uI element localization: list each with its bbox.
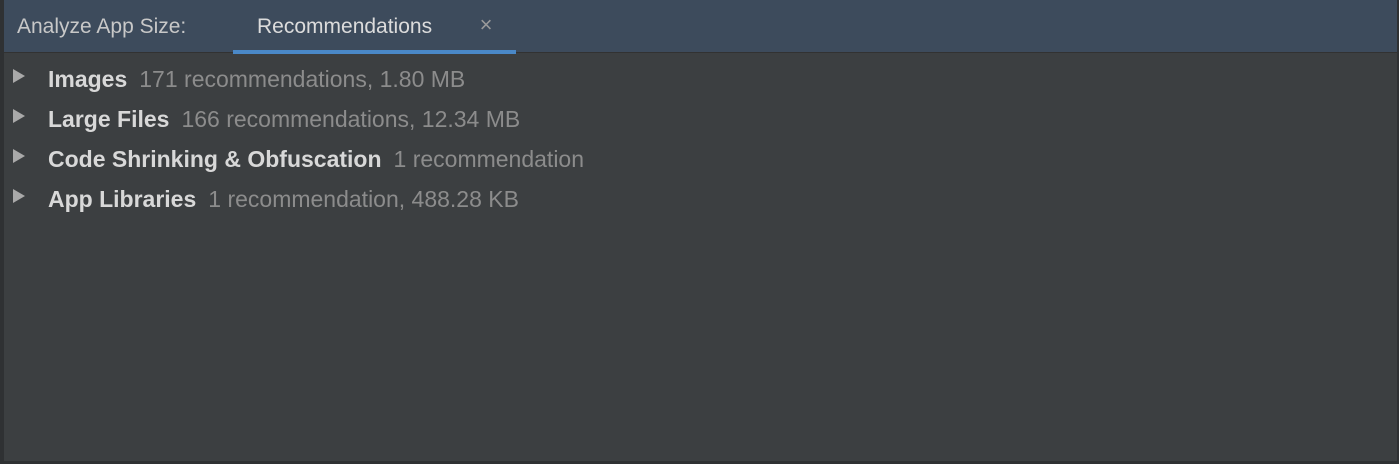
tree-item-text: Large Files 166 recommendations, 12.34 MB [48,106,520,132]
tree-item-name: Images [48,66,128,92]
expand-arrow-icon[interactable] [12,68,26,84]
tree-item-detail: 166 recommendations, 12.34 MB [181,106,521,132]
tree-item-detail: 171 recommendations, 1.80 MB [139,66,466,92]
tab-label: Recommendations [257,15,433,38]
active-tab-indicator [233,50,516,54]
tree-item-images[interactable]: Images 171 recommendations, 1.80 MB [4,58,1397,98]
tool-window-header: Analyze App Size: Recommendations × [4,0,1397,54]
expand-arrow-icon[interactable] [12,188,26,204]
tree-item-name: Large Files [48,106,170,132]
tree-item-large-files[interactable]: Large Files 166 recommendations, 12.34 MB [4,98,1397,138]
tree-item-text: Images 171 recommendations, 1.80 MB [48,66,465,92]
header-title: Analyze App Size: [17,15,187,38]
recommendations-tree: Images 171 recommendations, 1.80 MB Large… [4,58,1397,218]
tab-recommendations[interactable]: Recommendations × [233,0,516,54]
tree-item-detail: 1 recommendation, 488.28 KB [208,186,519,212]
expand-arrow-icon[interactable] [12,148,26,164]
tree-item-text: App Libraries 1 recommendation, 488.28 KB [48,186,519,212]
expand-arrow-icon[interactable] [12,108,26,124]
close-icon[interactable]: × [475,14,497,36]
tree-item-app-libraries[interactable]: App Libraries 1 recommendation, 488.28 KB [4,178,1397,218]
tree-item-text: Code Shrinking & Obfuscation 1 recommenda… [48,146,584,172]
tree-item-name: Code Shrinking & Obfuscation [48,146,382,172]
tree-item-name: App Libraries [48,186,197,212]
tree-item-detail: 1 recommendation [393,146,585,172]
analyze-app-size-panel: Analyze App Size: Recommendations × Imag… [0,0,1399,464]
tree-item-code-shrinking[interactable]: Code Shrinking & Obfuscation 1 recommenda… [4,138,1397,178]
